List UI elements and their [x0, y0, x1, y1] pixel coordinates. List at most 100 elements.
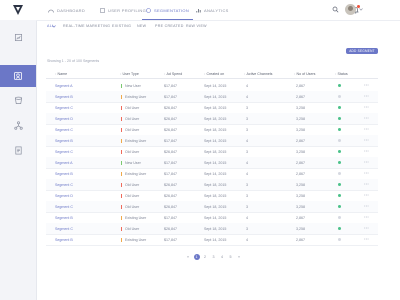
tab-dashboard[interactable]: DASHBOARD: [48, 0, 85, 20]
tab-dashboard-label: DASHBOARD: [57, 7, 86, 13]
chevron-down-icon[interactable]: [359, 8, 363, 11]
cell-users: 3,258: [296, 226, 305, 231]
status-dot: [338, 128, 341, 131]
cell-type: Old User: [121, 204, 139, 209]
cell-type: Old User: [121, 105, 139, 110]
cell-name[interactable]: Segment B: [55, 139, 73, 143]
status-dot: [338, 227, 341, 230]
cell-name[interactable]: Segment B: [55, 238, 73, 242]
pagination-page-4[interactable]: 4: [219, 254, 225, 260]
cell-name[interactable]: Segment B: [55, 95, 73, 99]
cell-type: New User: [121, 160, 141, 165]
cell-users: 2,867: [296, 94, 305, 99]
pagination-page-1[interactable]: 1: [193, 253, 200, 260]
more-options-icon[interactable]: •••: [364, 236, 369, 241]
cell-channels: 4: [246, 237, 248, 242]
pagination-next[interactable]: »: [236, 254, 242, 260]
col-user-type[interactable]: User Type: [120, 72, 139, 76]
cell-spend: $17,847: [164, 215, 177, 220]
col-ad-spend[interactable]: Ad Spend: [164, 72, 183, 76]
cell-name[interactable]: Segment C: [55, 150, 73, 154]
add-segment-button[interactable]: ADD SEGMENT: [346, 48, 378, 54]
more-options-icon[interactable]: •••: [364, 192, 369, 197]
cell-name[interactable]: Segment D: [55, 194, 73, 198]
pagination: « 1 2 3 4 5 »: [185, 253, 242, 260]
tab-analytics[interactable]: ANALYTICS: [196, 0, 229, 20]
tab-user-profiling[interactable]: USER PROFILING: [100, 0, 146, 20]
cell-name[interactable]: Segment C: [55, 205, 73, 209]
cell-name[interactable]: Segment C: [55, 227, 73, 231]
avatar[interactable]: [345, 4, 356, 15]
status-dot: [338, 205, 341, 208]
cell-created: Sept 18, 2015: [204, 116, 227, 121]
filter-real-time-marketing[interactable]: REAL-TIME MARKETING: [63, 24, 110, 28]
more-options-icon[interactable]: •••: [364, 104, 369, 109]
more-options-icon[interactable]: •••: [364, 82, 369, 87]
status-dot: [338, 183, 341, 186]
pagination-page-3[interactable]: 3: [211, 254, 217, 260]
col-name[interactable]: Name: [55, 72, 68, 76]
filter-pre-created[interactable]: PRE CREATED: [155, 24, 184, 28]
cell-spend: $17,847: [164, 160, 177, 165]
status-dot: [338, 238, 341, 241]
sidebar-item-segmentation[interactable]: [0, 65, 36, 87]
cell-name[interactable]: Segment C: [55, 128, 73, 132]
cell-created: Sept 18, 2015: [204, 149, 227, 154]
cell-type: Old User: [121, 116, 139, 121]
col-no-of-users[interactable]: No of Users: [294, 72, 316, 76]
search-icon[interactable]: [332, 6, 339, 13]
cell-users: 2,867: [296, 171, 305, 176]
cell-created: Sept 18, 2015: [204, 204, 227, 209]
sidebar-item-bucket[interactable]: [0, 89, 36, 111]
cell-type: Old User: [121, 127, 139, 132]
cell-type: Old User: [121, 149, 139, 154]
col-status[interactable]: Status: [335, 72, 348, 76]
cell-name[interactable]: Segment D: [55, 117, 73, 121]
cell-channels: 3: [246, 149, 248, 154]
cell-users: 2,867: [296, 215, 305, 220]
filter-existing[interactable]: EXISTING: [112, 24, 131, 28]
pagination-prev[interactable]: «: [185, 254, 191, 260]
table-row[interactable]: Segment B Existing User $17,847 Sept 14, 20…: [46, 234, 378, 246]
cell-channels: 3: [246, 193, 248, 198]
cell-channels: 3: [246, 116, 248, 121]
filter-raw-view[interactable]: RAW VIEW: [186, 24, 207, 28]
status-dot: [338, 150, 341, 153]
status-dot: [338, 139, 341, 142]
cell-name[interactable]: Segment A: [55, 161, 73, 165]
status-dot: [338, 216, 341, 219]
cell-name[interactable]: Segment B: [55, 216, 73, 220]
more-options-icon[interactable]: •••: [364, 148, 369, 153]
cell-name[interactable]: Segment C: [55, 183, 73, 187]
app-logo[interactable]: [0, 0, 36, 20]
cell-users: 3,258: [296, 105, 305, 110]
filter-chevron-down-icon[interactable]: [52, 24, 56, 28]
more-options-icon[interactable]: •••: [364, 93, 369, 98]
sidebar-item-report[interactable]: [0, 139, 36, 161]
cell-channels: 3: [246, 127, 248, 132]
more-options-icon[interactable]: •••: [364, 159, 369, 164]
more-options-icon[interactable]: •••: [364, 214, 369, 219]
more-options-icon[interactable]: •••: [364, 181, 369, 186]
more-options-icon[interactable]: •••: [364, 137, 369, 142]
tab-segmentation-label: SEGMENTATION: [154, 7, 190, 13]
analytics-icon: [14, 33, 22, 41]
filter-new[interactable]: NEW: [137, 24, 146, 28]
sidebar-item-analytics[interactable]: [0, 26, 36, 48]
cell-created: Sept 14, 2015: [204, 215, 227, 220]
tab-segmentation[interactable]: SEGMENTATION: [141, 0, 194, 20]
cell-name[interactable]: Segment A: [55, 84, 73, 88]
more-options-icon[interactable]: •••: [364, 126, 369, 131]
col-created-on[interactable]: Created on: [204, 72, 225, 76]
col-active-channels[interactable]: Active Channels: [244, 72, 273, 76]
sidebar-item-network[interactable]: [0, 114, 36, 136]
cell-name[interactable]: Segment C: [55, 106, 73, 110]
cell-name[interactable]: Segment B: [55, 172, 73, 176]
cell-channels: 4: [246, 138, 248, 143]
more-options-icon[interactable]: •••: [364, 115, 369, 120]
more-options-icon[interactable]: •••: [364, 203, 369, 208]
pagination-page-5[interactable]: 5: [228, 254, 234, 260]
pagination-page-2[interactable]: 2: [202, 254, 208, 260]
more-options-icon[interactable]: •••: [364, 170, 369, 175]
more-options-icon[interactable]: •••: [364, 225, 369, 230]
